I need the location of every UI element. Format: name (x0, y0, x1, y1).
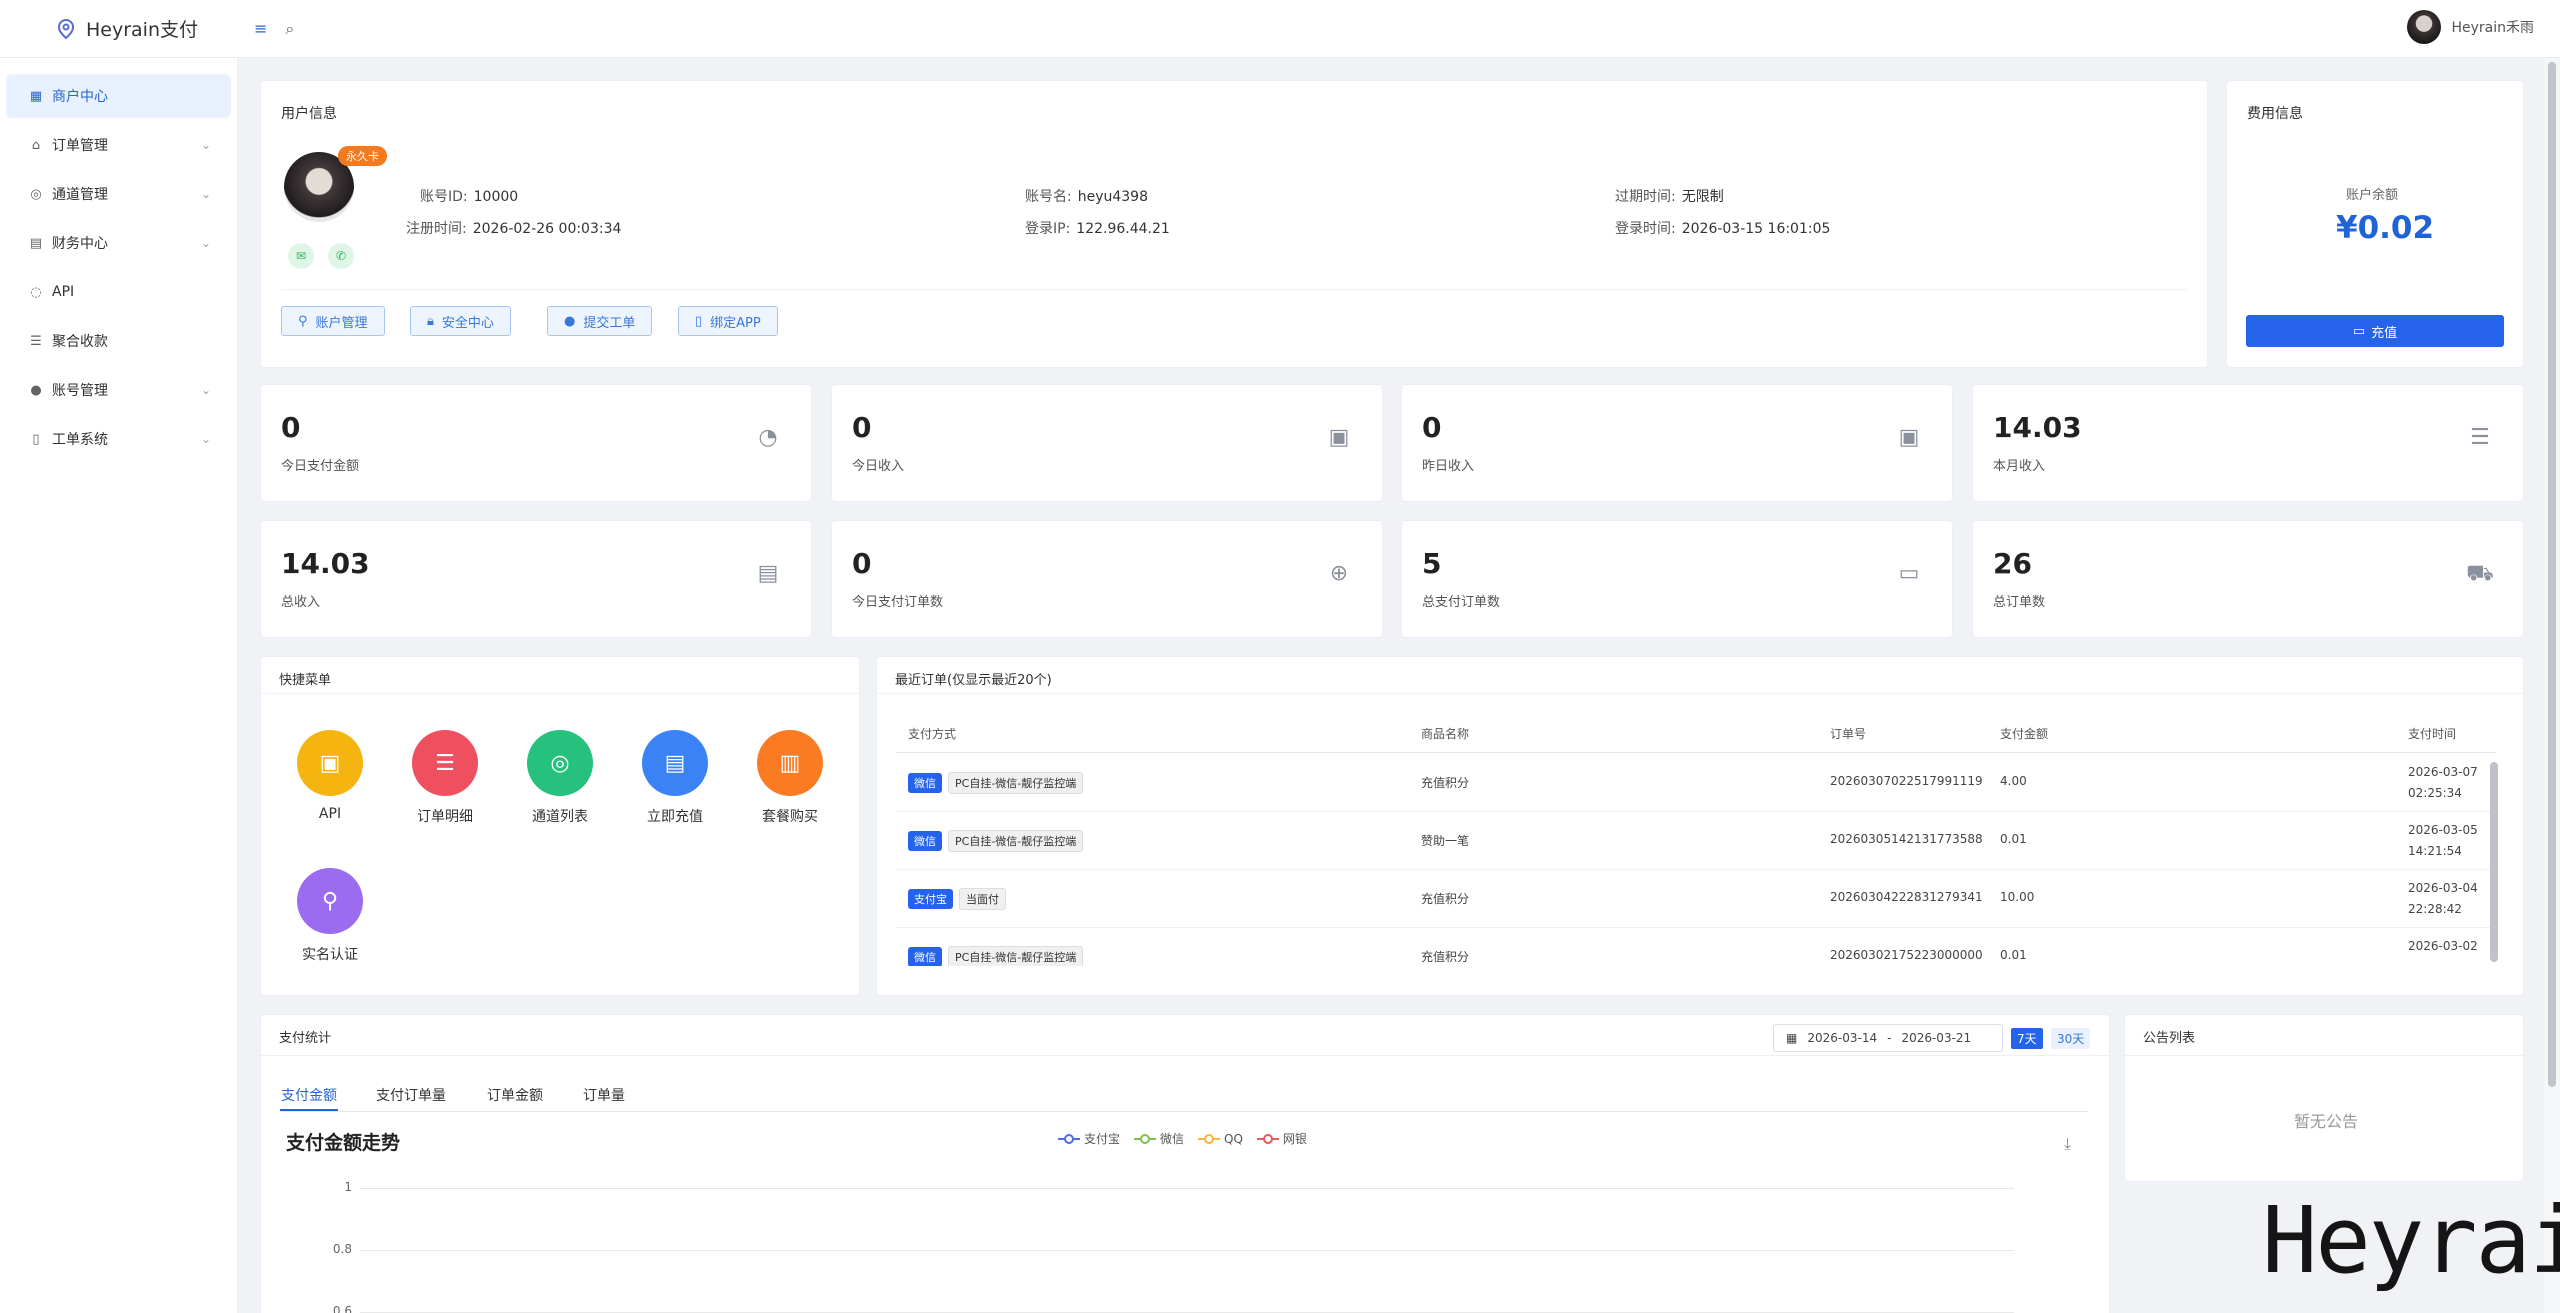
pay-method-cell: 微信 PC自挂-微信-靓仔监控端 (908, 830, 1089, 852)
tab-order-amount[interactable]: 订单金额 (487, 1085, 543, 1105)
pay-type-tag: 微信 (908, 947, 942, 966)
pay-method-cell: 微信 PC自挂-微信-靓仔监控端 (908, 772, 1089, 794)
order-number-link[interactable]: 20260302175223000000 (1830, 948, 1983, 962)
channel-tag: PC自挂-微信-靓仔监控端 (948, 772, 1084, 794)
pay-clock: 22:28:42 (2408, 902, 2462, 916)
pay-date: 2026-03-05 (2408, 823, 2478, 837)
legend-item[interactable]: 支付宝 (1058, 1130, 1120, 1147)
grid-line (360, 1188, 2014, 1189)
tab-pay-amount[interactable]: 支付金额 (281, 1085, 337, 1105)
range-30d-button[interactable]: 30天 (2051, 1028, 2091, 1049)
pay-method-cell: 微信 PC自挂-微信-靓仔监控端 (908, 946, 1089, 966)
pay-stats-card: 支付统计 (260, 1014, 2110, 1313)
tab-pay-order-count[interactable]: 支付订单量 (376, 1085, 446, 1105)
legend-item[interactable]: 微信 (1134, 1130, 1184, 1147)
legend-marker (1256, 1133, 1279, 1144)
announcement-card: 公告列表 (2124, 1014, 2524, 1182)
pay-type-tag: 微信 (908, 773, 942, 793)
pay-clock: 02:25:34 (2408, 786, 2462, 800)
pay-date: 2026-03-07 (2408, 765, 2478, 779)
divider (2125, 1055, 2523, 1056)
date-range-picker[interactable]: ▦ 2026-03-14-2026-03-21 (1773, 1024, 2003, 1052)
product-cell: 赞助一笔 (1421, 834, 1470, 848)
y-tick-label: 1 (344, 1180, 352, 1194)
legend-label: 网银 (1282, 1132, 1307, 1146)
y-tick-label: 0.8 (332, 1242, 352, 1256)
y-tick-label: 0.6 (332, 1304, 352, 1313)
channel-tag: PC自挂-微信-靓仔监控端 (948, 830, 1084, 852)
pay-method-cell: 支付宝 当面付 (908, 888, 1012, 910)
date-separator: - (1887, 1031, 1892, 1045)
pay-time-cell: 2026-03-05 14:21:54 (2408, 820, 2478, 862)
legend-label: QQ (1224, 1131, 1243, 1146)
table-row[interactable]: 支付宝 当面付 充值积分 20260304222831279341 10.00 2026-… (896, 870, 2496, 928)
amount-cell: 0.01 (2000, 832, 2027, 846)
legend-marker (1058, 1133, 1080, 1144)
pay-date: 2026-03-04 (2408, 881, 2478, 895)
legend-item[interactable]: 网银 (1256, 1130, 1307, 1147)
empty-announcement-text: 暂无公告 (2294, 1112, 2359, 1131)
order-number-link[interactable]: 20260307022517991119 (1830, 774, 1983, 788)
pay-time-cell: 2026-03-04 22:28:42 (2408, 878, 2478, 920)
watermark-logo: Heyrain (2262, 1187, 2560, 1294)
pay-time-cell: 2026-03-07 02:25:34 (2408, 762, 2478, 804)
range-7d-button[interactable]: 7天 (2011, 1028, 2043, 1049)
order-number-link[interactable]: 20260305142131773588 (1830, 832, 1983, 846)
grid-line (360, 1250, 2014, 1251)
calendar-icon: ▦ (1786, 1031, 1798, 1045)
channel-tag: 当面付 (959, 888, 1006, 910)
card-title: 公告列表 (2143, 1031, 2196, 1046)
table-row[interactable]: 微信 PC自挂-微信-靓仔监控端 赞助一笔 20260305142131773588 0… (896, 812, 2496, 870)
pay-time-cell: 2026-03-02 (2408, 936, 2478, 957)
channel-tag: PC自挂-微信-靓仔监控端 (948, 946, 1084, 966)
table-row[interactable]: 微信 PC自挂-微信-靓仔监控端 充值积分 20260302175223000000 0… (896, 928, 2496, 966)
table-row[interactable]: 微信 PC自挂-微信-靓仔监控端 充值积分 20260307022517991119 4… (896, 754, 2496, 812)
pay-clock: 14:21:54 (2408, 844, 2462, 858)
product-cell: 充值积分 (1421, 950, 1470, 964)
order-number-link[interactable]: 20260304222831279341 (1830, 890, 1983, 904)
legend-item[interactable]: QQ (1198, 1130, 1243, 1147)
legend-label: 支付宝 (1084, 1132, 1121, 1146)
active-tab-indicator (280, 1109, 338, 1111)
orders-scrollbar[interactable] (2490, 762, 2498, 962)
date-to: 2026-03-21 (1901, 1031, 1972, 1045)
amount-cell: 0.01 (2000, 948, 2027, 962)
chart-legend: 支付宝 微信 QQ 网银 (1058, 1130, 1307, 1147)
divider (280, 1111, 2088, 1112)
amount-cell: 10.00 (2000, 890, 2035, 904)
tab-order-count[interactable]: 订单量 (583, 1085, 625, 1105)
date-from: 2026-03-14 (1807, 1031, 1878, 1045)
legend-marker (1134, 1133, 1157, 1144)
download-icon[interactable]: ⤓ (2064, 1134, 2071, 1154)
pay-type-tag: 微信 (908, 831, 942, 851)
divider (261, 1055, 2109, 1056)
chart-title: 支付金额走势 (286, 1132, 401, 1154)
legend-label: 微信 (1160, 1132, 1185, 1146)
pay-date: 2026-03-02 (2408, 939, 2478, 953)
product-cell: 充值积分 (1421, 776, 1470, 790)
amount-cell: 4.00 (2000, 774, 2027, 788)
product-cell: 充值积分 (1421, 892, 1470, 906)
legend-marker (1198, 1133, 1221, 1144)
pay-type-tag: 支付宝 (908, 889, 953, 909)
